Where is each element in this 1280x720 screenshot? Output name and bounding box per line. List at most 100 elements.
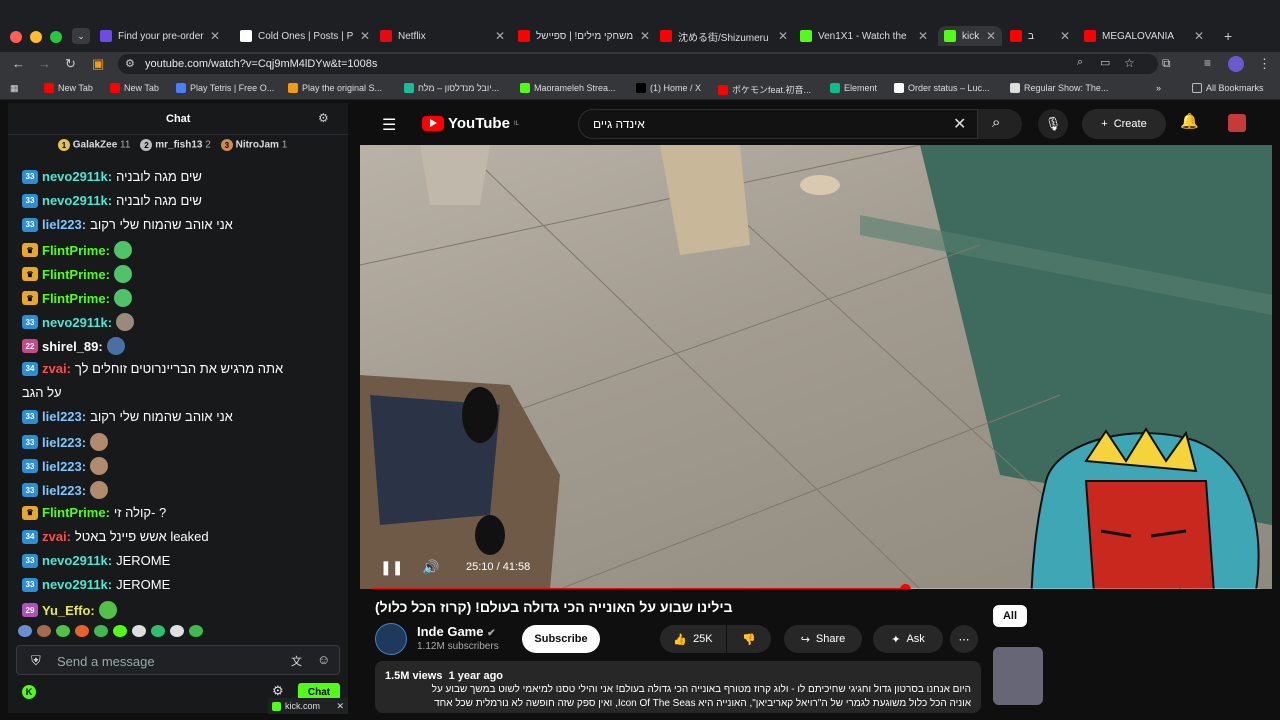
emote-icon[interactable] (113, 625, 127, 637)
chat-username[interactable]: FlintPrime: (42, 505, 110, 520)
close-tab-icon[interactable]: ✕ (918, 29, 928, 43)
back-icon[interactable]: ← (12, 56, 25, 71)
top-gifter[interactable]: 2 mr_fish13 2 (140, 139, 211, 151)
browser-tab[interactable]: Cold Ones | Posts | P ✕ (240, 26, 370, 46)
chat-username[interactable]: nevo2911k: (42, 315, 112, 330)
browser-tab[interactable]: Netflix ✕ (380, 26, 505, 46)
bookmark-item[interactable]: Regular Show: The... (1010, 83, 1108, 93)
emote-icon[interactable] (132, 625, 146, 637)
more-bookmarks-icon[interactable]: » (1156, 83, 1161, 93)
profile-avatar[interactable] (1228, 56, 1244, 72)
emote-icon[interactable] (37, 625, 51, 637)
close-tab-icon[interactable]: ✕ (986, 29, 996, 43)
bookmark-item[interactable]: Element (830, 83, 877, 93)
emote-icon[interactable] (18, 625, 32, 637)
emote-icon[interactable] (56, 625, 70, 637)
close-window-button[interactable] (10, 31, 22, 43)
emote-icon[interactable] (189, 625, 203, 637)
extensions-icon[interactable]: ⧉ (1162, 56, 1171, 71)
chat-username[interactable]: zvai: (42, 529, 71, 544)
chat-username[interactable]: nevo2911k: (42, 553, 112, 568)
minimize-window-button[interactable] (30, 31, 42, 43)
chat-username[interactable]: liel223: (42, 217, 86, 232)
reload-icon[interactable]: ↻ (65, 56, 76, 72)
browser-tab[interactable]: Find your pre-order ✕ (100, 26, 220, 46)
browser-tab[interactable]: משחקי מילים! | ספיישל ✕ (518, 26, 650, 46)
chat-message-input[interactable]: ⛨ Send a message 文 ☺ (16, 645, 340, 675)
browser-tab[interactable]: MEGALOVANIA ✕ (1084, 26, 1204, 46)
hamburger-menu-icon[interactable]: ☰ (382, 115, 396, 135)
video-progress-bar[interactable] (372, 584, 1260, 589)
browser-tab[interactable]: Ven1X1 - Watch the ✕ (800, 26, 928, 46)
video-scrubber-handle[interactable] (899, 584, 911, 589)
voice-search-icon[interactable]: 🎙 (1038, 109, 1068, 139)
browser-tab[interactable]: 沈める街/Shizumeru ✕ (660, 26, 788, 46)
close-icon[interactable]: ✕ (336, 701, 348, 712)
tab-search-icon[interactable]: ⌄ (72, 28, 90, 44)
chat-username[interactable]: liel223: (42, 483, 86, 498)
recommended-thumbnail[interactable] (993, 647, 1043, 705)
like-button[interactable]: 👍 25K (660, 625, 726, 653)
dislike-button[interactable]: 👎 (727, 625, 771, 653)
emote-icon[interactable] (151, 625, 165, 637)
browser-tab[interactable]: ב ✕ (1010, 26, 1070, 46)
account-avatar[interactable] (1228, 114, 1246, 132)
notifications-bell-icon[interactable]: 🔔 (1180, 112, 1199, 130)
bookmark-item[interactable]: ポケモンfeat.初音... (718, 83, 811, 96)
close-tab-icon[interactable]: ✕ (495, 29, 505, 43)
cast-icon[interactable]: ▭ (1100, 56, 1110, 69)
menu-icon[interactable]: ⋮ (1258, 56, 1271, 72)
apps-icon[interactable]: ▦ (10, 83, 19, 94)
bookmark-item[interactable]: Play Tetris | Free O... (176, 83, 274, 93)
chat-username[interactable]: liel223: (42, 409, 86, 424)
channel-avatar[interactable] (375, 623, 407, 655)
create-button[interactable]: + Create (1082, 109, 1166, 139)
chat-username[interactable]: nevo2911k: (42, 169, 112, 184)
chat-username[interactable]: FlintPrime: (42, 243, 110, 258)
channel-name[interactable]: Inde Game ✔ (417, 624, 495, 639)
site-info-icon[interactable]: ⚙ (125, 57, 135, 70)
browser-tab[interactable]: kick ✕ (938, 26, 1002, 46)
chat-username[interactable]: liel223: (42, 459, 86, 474)
ask-button[interactable]: ✦ Ask (873, 625, 943, 653)
chat-username[interactable]: zvai: (42, 361, 71, 376)
bookmark-item[interactable]: Maorameleh Strea... (520, 83, 616, 93)
bookmark-item[interactable]: (1) Home / X (636, 83, 701, 93)
video-description[interactable]: 1.5M views 1 year ago היום אנחנו בסרטון … (375, 661, 981, 713)
subscribe-button[interactable]: Subscribe (522, 625, 600, 653)
chat-username[interactable]: FlintPrime: (42, 291, 110, 306)
clear-search-icon[interactable]: ✕ (953, 114, 966, 134)
filter-chip-all[interactable]: All (993, 605, 1027, 627)
search-button[interactable]: ⌕ (978, 109, 1022, 139)
video-player[interactable]: ❚❚ 🔊 25:10 / 41:58 (360, 145, 1272, 589)
chat-username[interactable]: shirel_89: (42, 339, 103, 354)
zoom-icon[interactable]: ⌕ (1077, 56, 1083, 69)
extension-icon[interactable]: ▣ (92, 56, 104, 72)
bookmark-item[interactable]: New Tab (44, 83, 93, 93)
close-tab-icon[interactable]: ✕ (1194, 29, 1204, 43)
emote-icon[interactable] (170, 625, 184, 637)
chat-username[interactable]: FlintPrime: (42, 267, 110, 282)
volume-icon[interactable]: 🔊 (422, 559, 439, 576)
translate-icon[interactable]: 文 (291, 653, 302, 669)
search-input[interactable]: אינדה גיים ✕ (578, 109, 978, 139)
chat-settings-icon[interactable]: ⚙ (318, 111, 329, 125)
youtube-logo[interactable]: YouTube IL (422, 115, 519, 132)
zoom-window-button[interactable] (50, 31, 62, 43)
top-gifter[interactable]: 3 NitroJam 1 (220, 139, 287, 151)
chat-username[interactable]: Yu_Effo: (42, 603, 95, 618)
all-bookmarks[interactable]: All Bookmarks (1192, 83, 1264, 93)
new-tab-button[interactable]: + (1224, 28, 1232, 44)
chat-username[interactable]: nevo2911k: (42, 577, 112, 592)
share-button[interactable]: ↪ Share (784, 625, 862, 653)
close-tab-icon[interactable]: ✕ (210, 29, 220, 43)
emoji-icon[interactable]: ☺ (317, 652, 330, 667)
bookmark-star-icon[interactable]: ☆ (1124, 56, 1135, 70)
status-tab[interactable]: kick.com ✕ (268, 698, 348, 714)
bookmark-item[interactable]: New Tab (110, 83, 159, 93)
top-gifter[interactable]: 1 GalakZee 11 (58, 139, 130, 151)
chat-gear-icon[interactable]: ⚙ (272, 683, 284, 699)
close-tab-icon[interactable]: ✕ (640, 29, 650, 43)
chat-username[interactable]: nevo2911k: (42, 193, 112, 208)
bookmark-item[interactable]: Order status – Luc... (894, 83, 990, 93)
